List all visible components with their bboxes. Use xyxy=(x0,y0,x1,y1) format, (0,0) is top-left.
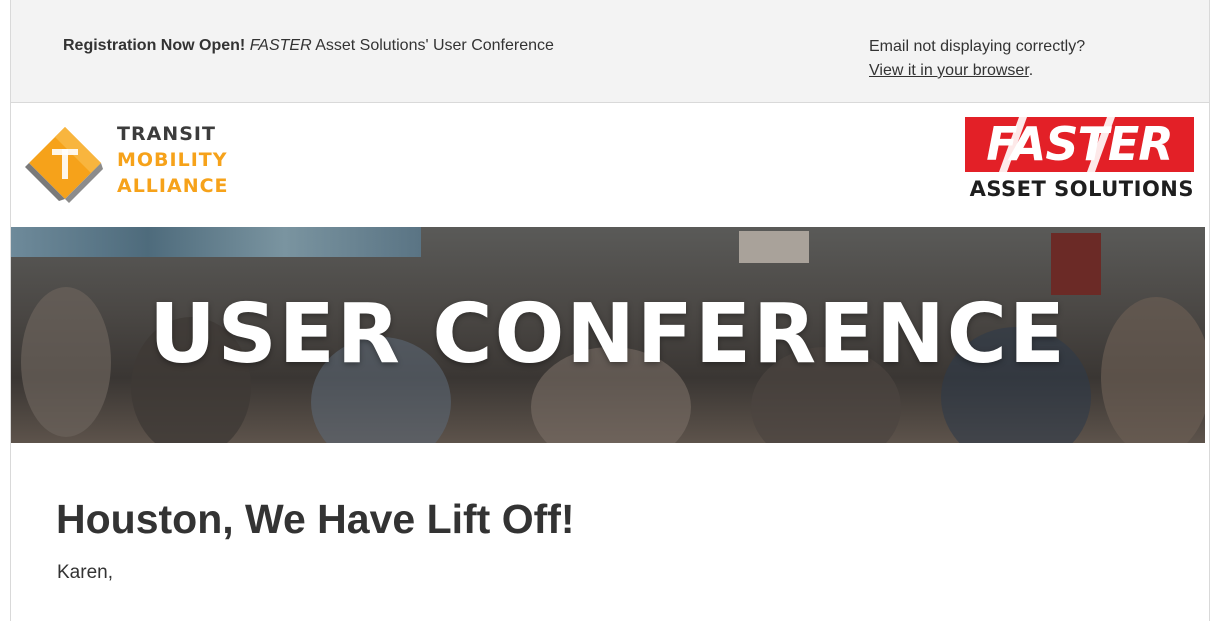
partner-line-1: TRANSIT xyxy=(117,123,216,145)
brand-logo-mark: FASTER xyxy=(965,117,1194,172)
partner-line-3: ALLIANCE xyxy=(117,175,229,197)
preheader: Registration Now Open! FASTER Asset Solu… xyxy=(11,0,1209,103)
banner-title: USER CONFERENCE xyxy=(149,287,1067,382)
preheader-lead-bold: Registration Now Open! xyxy=(63,37,246,54)
transit-t-icon xyxy=(25,127,103,203)
preheader-lead-rest: Asset Solutions' User Conference xyxy=(315,37,554,54)
preheader-message: Registration Now Open! FASTER Asset Solu… xyxy=(63,37,554,55)
partner-logo-text: TRANSIT MOBILITY ALLIANCE xyxy=(117,121,229,199)
hero-banner: USER CONFERENCE xyxy=(11,227,1205,443)
email-headline: Houston, We Have Lift Off! xyxy=(56,496,575,542)
brand-logo-subtitle: ASSET SOLUTIONS xyxy=(969,177,1194,201)
partner-line-2: MOBILITY xyxy=(117,149,228,171)
brand-logo-word: FASTER xyxy=(986,117,1173,171)
email-salutation: Karen, xyxy=(57,562,113,583)
preheader-lead-brand: FASTER xyxy=(249,37,312,54)
display-notice-text: Email not displaying correctly? xyxy=(869,38,1086,55)
email-frame: Registration Now Open! FASTER Asset Solu… xyxy=(10,0,1210,621)
view-in-browser-link[interactable]: View it in your browser xyxy=(869,62,1029,79)
logo-row: TRANSIT MOBILITY ALLIANCE FASTER ASSET S… xyxy=(11,103,1209,227)
view-in-browser-notice: Email not displaying correctly? View it … xyxy=(869,35,1085,83)
link-suffix: . xyxy=(1028,62,1034,79)
